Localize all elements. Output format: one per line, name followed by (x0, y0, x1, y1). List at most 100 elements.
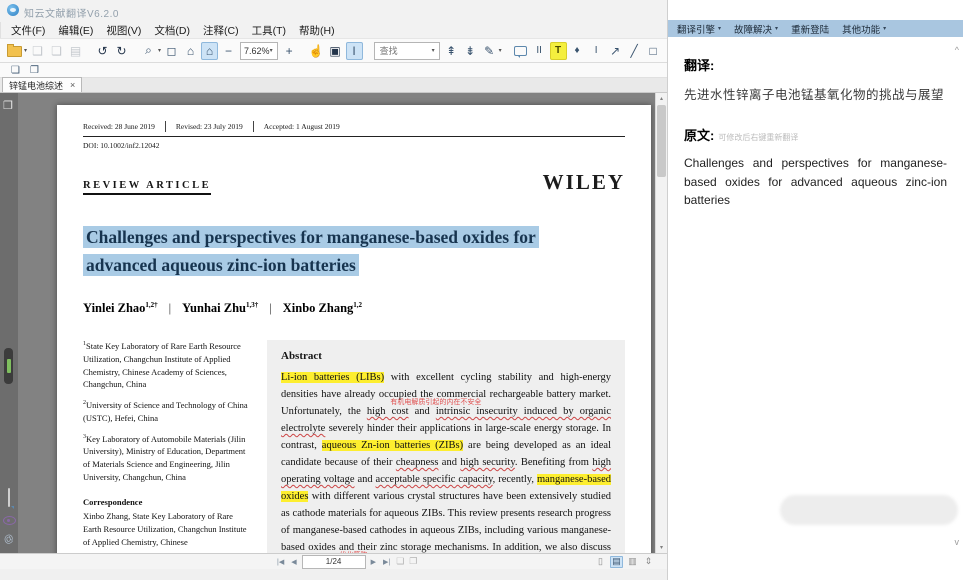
zoom-in-button[interactable]: + (281, 42, 298, 60)
panel-menu-troubleshoot[interactable]: 故障解决▾ (734, 22, 778, 36)
app-logo-icon (7, 4, 19, 16)
pdf-page[interactable]: Received: 28 June 2019 Revised: 23 July … (57, 105, 651, 553)
open-folder-icon (7, 46, 22, 57)
insert-text-button[interactable]: II (531, 42, 548, 60)
vertical-scroll-icon[interactable]: ⇕ (642, 556, 655, 568)
find-input[interactable] (378, 45, 432, 57)
scrollbar-thumb[interactable] (657, 105, 666, 177)
print-button[interactable]: ▤ (67, 42, 84, 60)
previous-view-icon[interactable]: ❏ (395, 556, 405, 567)
zoom-out-button[interactable]: − (220, 42, 237, 60)
paper-doi: DOI: 10.1002/inf2.12042 (83, 141, 625, 150)
abstract-text: and (438, 457, 460, 468)
panel-menu-relogin[interactable]: 重新登陆 (791, 22, 829, 36)
rectangle-tool-button[interactable]: □ (645, 42, 662, 60)
panel-menu-label: 其他功能 (842, 22, 880, 36)
affiliations-list: 1State Key Laboratory of Rare Earth Reso… (83, 340, 251, 484)
save-button[interactable]: ❑ (29, 42, 46, 60)
underline-annotation[interactable]: high cost (367, 406, 409, 417)
selected-title-text[interactable]: Challenges and perspectives for manganes… (83, 226, 539, 276)
article-type-row: REVIEW ARTICLE WILEY (83, 170, 625, 195)
menu-item-view[interactable]: 视图(V) (104, 23, 143, 38)
main-toolbar: ▾ ❑ ❏ ▤ ↺ ↻ ⌕ ▾ ◻ ⌂ ⌂ − 7.62% ▾ + ☝ ▣ I … (0, 38, 667, 63)
document-tab-label: 锌锰电池综述 (9, 79, 63, 92)
snapshot-button[interactable]: ▣ (327, 42, 344, 60)
menu-item-document[interactable]: 文档(D) (152, 23, 192, 38)
original-row: 原文: 可修改后右键重新翻译 (684, 125, 947, 144)
window-bottom-edge (0, 569, 667, 580)
affiliations-column: 1State Key Laboratory of Rare Earth Reso… (83, 340, 251, 553)
fit-width-button[interactable]: ⌂ (201, 42, 218, 60)
comment-bubble-icon (8, 488, 10, 507)
comments-panel-icon[interactable] (8, 489, 10, 507)
line-tool-button[interactable]: ╱ (626, 42, 643, 60)
arrow-tool-button[interactable]: ↗ (607, 42, 624, 60)
fit-page-button[interactable]: ⌂ (182, 42, 199, 60)
previous-page-button[interactable]: ◀ (289, 558, 298, 566)
menu-item-annotate[interactable]: 注释(C) (201, 23, 241, 38)
single-page-icon[interactable]: ▯ (594, 556, 607, 568)
rotate-left-button[interactable]: ↺ (94, 42, 111, 60)
highlight-annotation[interactable]: aqueous Zn-ion batteries (ZIBs) (322, 440, 463, 451)
translation-panel-body: ^ 翻译: 先进水性锌离子电池锰基氧化物的挑战与展望 原文: 可修改后右键重新翻… (668, 37, 963, 557)
menu-bar: 文件(F) 编辑(E) 视图(V) 文档(D) 注释(C) 工具(T) 帮助(H) (0, 22, 676, 38)
panel-scroll-up-icon[interactable]: ^ (955, 45, 959, 55)
scrollbar-down-icon[interactable]: ▾ (656, 542, 667, 553)
select-text-button[interactable]: I (346, 42, 363, 60)
zoom-level-select[interactable]: 7.62% ▾ (240, 42, 278, 60)
underline-annotation[interactable]: high security (460, 457, 515, 468)
open-file-button[interactable] (6, 42, 23, 60)
attachment-icon[interactable]: @ (2, 532, 16, 547)
pdf-canvas-area[interactable]: Received: 28 June 2019 Revised: 23 July … (18, 93, 655, 553)
scrollbar-up-icon[interactable]: ▴ (656, 93, 667, 104)
correspondence-label: Correspondence (83, 496, 251, 509)
panel-menu-other-functions[interactable]: 其他功能▾ (842, 22, 886, 36)
paper-title[interactable]: Challenges and perspectives for manganes… (83, 223, 582, 279)
highlighter-dropdown[interactable]: ▾ (499, 47, 502, 54)
zoom-tool-button[interactable]: ⌕ (140, 42, 157, 60)
pdf-scrollbar[interactable]: ▴ ▾ (655, 93, 667, 553)
underline-annotation[interactable]: cheapness (396, 457, 439, 468)
continuous-page-icon[interactable]: ▤ (610, 556, 623, 568)
marquee-zoom-button[interactable]: ◻ (163, 42, 180, 60)
find-caret-icon[interactable]: ▾ (432, 47, 435, 54)
hand-tool-button[interactable]: ☝ (308, 42, 325, 60)
meta-divider (165, 121, 166, 132)
document-properties-button[interactable]: ❐ (26, 64, 43, 77)
author-affiliation-sup: 1,2 (353, 301, 362, 309)
chevron-down-icon: ▾ (718, 25, 721, 32)
facing-pages-icon[interactable]: ▥ (626, 556, 639, 568)
pin-annotation-button[interactable]: ♦ (569, 42, 586, 60)
panel-menu-translation-engine[interactable]: 翻译引擎▾ (677, 22, 721, 36)
open-file-dropdown[interactable]: ▾ (24, 47, 27, 54)
menu-item-help[interactable]: 帮助(H) (297, 23, 337, 38)
underline-annotation[interactable]: acceptable specific capacity (376, 474, 493, 485)
document-tab[interactable]: 锌锰电池综述 × (2, 77, 82, 92)
document-edit-button[interactable]: ❏ (7, 64, 24, 77)
find-next-button[interactable]: ⇟ (462, 42, 479, 60)
first-page-button[interactable]: |◀ (275, 558, 286, 566)
next-view-icon[interactable]: ❐ (408, 556, 418, 567)
correspondence-text: Xinbo Zhang, State Key Laboratory of Rar… (83, 510, 251, 548)
next-page-button[interactable]: ▶ (369, 558, 378, 566)
menu-item-tools[interactable]: 工具(T) (250, 23, 288, 38)
rotate-right-button[interactable]: ↻ (113, 42, 130, 60)
typewriter-button[interactable]: I (588, 42, 605, 60)
layers-eye-icon[interactable] (3, 516, 16, 525)
zoom-tool-dropdown[interactable]: ▾ (158, 47, 161, 54)
original-text[interactable]: Challenges and perspectives for manganes… (684, 154, 947, 210)
highlight-text-button[interactable]: T (550, 42, 567, 60)
thumbnails-panel-icon[interactable]: ❐ (3, 99, 13, 112)
save-as-button[interactable]: ❏ (48, 42, 65, 60)
menu-item-file[interactable]: 文件(F) (9, 23, 47, 38)
accepted-date: Accepted: 1 August 2019 (264, 122, 340, 131)
find-previous-button[interactable]: ⇞ (443, 42, 460, 60)
panel-scroll-down-icon[interactable]: v (955, 537, 960, 547)
highlighter-tool-button[interactable]: ✎ (481, 42, 498, 60)
highlight-annotation[interactable]: Li-ion batteries (LIBs) (281, 372, 384, 383)
page-number-input[interactable]: 1/24 (302, 555, 366, 569)
comment-tool-button[interactable] (512, 42, 529, 60)
last-page-button[interactable]: ▶| (381, 558, 392, 566)
menu-item-edit[interactable]: 编辑(E) (56, 23, 95, 38)
tab-close-icon[interactable]: × (70, 80, 75, 90)
